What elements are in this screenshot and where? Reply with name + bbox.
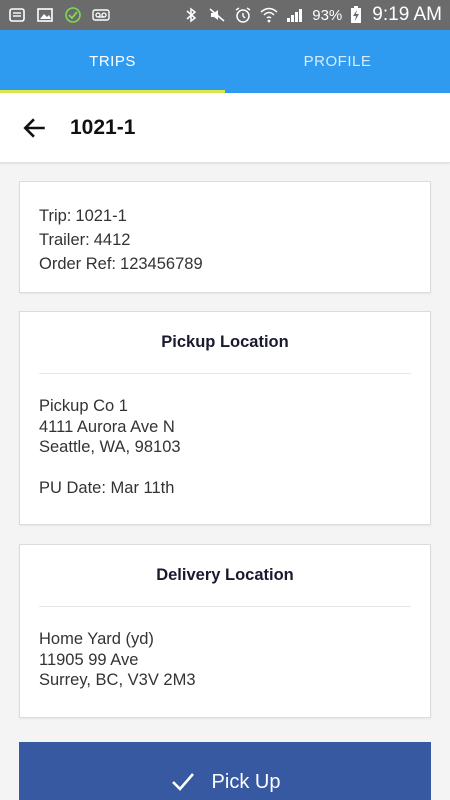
status-bar-right: 93% 9:19 AM bbox=[182, 4, 442, 26]
clock: 9:19 AM bbox=[372, 4, 442, 25]
status-bar-left bbox=[8, 7, 110, 23]
trip-label: Trip: bbox=[39, 207, 72, 225]
image-icon bbox=[36, 7, 54, 23]
page-title: 1021-1 bbox=[70, 115, 136, 139]
delivery-location-card: Delivery Location Home Yard (yd) 11905 9… bbox=[19, 544, 431, 718]
tab-trips-label: TRIPS bbox=[89, 53, 136, 70]
trailer-label: Trailer: bbox=[39, 231, 90, 249]
trip-row: Trip: 1021-1 bbox=[39, 204, 411, 228]
back-button[interactable] bbox=[0, 93, 70, 163]
pickup-street: 4111 Aurora Ave N bbox=[39, 417, 175, 436]
pickup-date: PU Date: Mar 11th bbox=[39, 478, 175, 497]
arrow-left-icon bbox=[23, 117, 45, 138]
tab-bar: TRIPS PROFILE bbox=[0, 30, 450, 93]
order-ref-label: Order Ref: bbox=[39, 255, 117, 273]
order-ref-value: 123456789 bbox=[120, 255, 203, 273]
trailer-value: 4412 bbox=[93, 231, 131, 249]
page-header: 1021-1 bbox=[0, 93, 450, 163]
delivery-city: Surrey, BC, V3V 2M3 bbox=[39, 671, 196, 689]
pick-up-button[interactable]: Pick Up bbox=[19, 742, 431, 800]
tab-trips[interactable]: TRIPS bbox=[0, 30, 225, 93]
pick-up-label: Pick Up bbox=[211, 771, 281, 793]
delivery-street: 11905 99 Ave bbox=[39, 650, 139, 669]
check-icon bbox=[171, 773, 194, 791]
notification-icon bbox=[8, 7, 26, 23]
trailer-row: Trailer: 4412 bbox=[39, 228, 411, 252]
alarm-icon bbox=[234, 7, 252, 23]
battery-percent: 93% bbox=[312, 6, 343, 24]
trip-info-card: Trip: 1021-1 Trailer: 4412 Order Ref: 12… bbox=[19, 181, 431, 293]
pickup-location-card: Pickup Location Pickup Co 1 4111 Aurora … bbox=[19, 311, 431, 525]
check-circle-icon bbox=[64, 7, 82, 23]
pickup-title: Pickup Location bbox=[39, 312, 411, 374]
bluetooth-icon bbox=[182, 7, 200, 23]
delivery-name: Home Yard (yd) bbox=[39, 630, 154, 648]
voicemail-icon bbox=[92, 7, 110, 23]
app-screen: 93% 9:19 AM TRIPS PROFILE 1021-1 Trip: 1… bbox=[0, 0, 450, 800]
pickup-city: Seattle, WA, 98103 bbox=[39, 438, 181, 456]
pickup-spacer bbox=[39, 458, 411, 478]
tab-profile-label: PROFILE bbox=[303, 53, 372, 70]
pickup-name: Pickup Co 1 bbox=[39, 397, 128, 415]
delivery-details: Home Yard (yd) 11905 99 Ave Surrey, BC, … bbox=[39, 607, 411, 691]
status-bar: 93% 9:19 AM bbox=[0, 0, 450, 30]
order-ref-row: Order Ref: 123456789 bbox=[39, 252, 411, 276]
delivery-title: Delivery Location bbox=[39, 545, 411, 607]
battery-charging-icon bbox=[350, 6, 362, 23]
pickup-details: Pickup Co 1 4111 Aurora Ave N Seattle, W… bbox=[39, 374, 411, 498]
wifi-icon bbox=[260, 7, 278, 23]
mute-icon bbox=[208, 7, 226, 23]
signal-icon bbox=[286, 7, 304, 23]
tab-profile[interactable]: PROFILE bbox=[225, 30, 450, 93]
trip-value: 1021-1 bbox=[75, 207, 127, 225]
